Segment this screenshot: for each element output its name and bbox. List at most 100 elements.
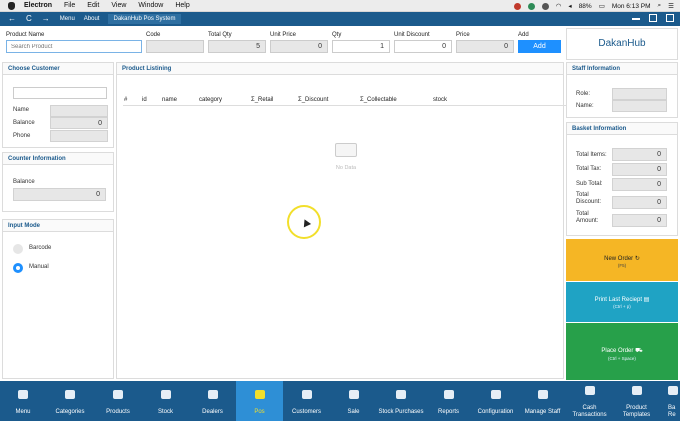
qty-field[interactable]: 1 <box>332 40 390 53</box>
cart-icon: ⛟ <box>635 348 643 354</box>
menu-view[interactable]: View <box>111 2 126 9</box>
col-id[interactable]: id <box>142 97 147 103</box>
barcode-radio[interactable] <box>13 244 23 254</box>
nav-categories[interactable]: Categories <box>46 381 94 421</box>
place-order-button[interactable]: Place Order ⛟ (Ctrl + Space) <box>566 323 678 380</box>
menu-file[interactable]: File <box>64 2 75 9</box>
back-icon[interactable]: ← <box>8 15 16 23</box>
menu-help[interactable]: Help <box>175 2 189 9</box>
product-table-header: # id name category Σ_Retail Σ_Discount Σ… <box>123 94 573 106</box>
print-last-receipt-button[interactable]: Print Last Reciept ▤ (Ctrl + p) <box>566 282 678 322</box>
menubar-status-area: ◠ ◂ 88% ▭ Mon 6:13 PM ⌕ ☰ <box>513 0 674 12</box>
print-icon: ▤ <box>643 297 650 303</box>
nav-menu[interactable]: Menu <box>0 381 46 421</box>
total-items-label: Total Items: <box>576 152 607 158</box>
new-order-button[interactable]: New Order ↻ (F5) <box>566 239 678 281</box>
search-icon[interactable]: ⌕ <box>658 2 662 10</box>
volume-icon[interactable]: ◂ <box>568 2 571 10</box>
place-order-label: Place Order <box>601 348 634 354</box>
code-field[interactable] <box>146 40 204 53</box>
customer-balance-label: Balance <box>13 120 35 126</box>
wifi-icon[interactable]: ◠ <box>556 2 562 10</box>
nav-cash-transactions-label: Cash Transactions <box>572 405 607 418</box>
record-icon[interactable] <box>513 2 521 10</box>
nav-dealers[interactable]: Dealers <box>189 381 236 421</box>
menu-edit[interactable]: Edit <box>87 2 99 9</box>
no-data-text: No Data <box>335 165 357 171</box>
close-icon[interactable] <box>666 14 674 22</box>
nav-stock-label: Stock <box>157 409 173 415</box>
product-search-input[interactable] <box>6 40 142 53</box>
sub-total-value: 0 <box>612 178 667 191</box>
customer-name-value <box>50 105 108 117</box>
clock[interactable]: Mon 6:13 PM <box>612 3 651 10</box>
col-category[interactable]: category <box>199 97 222 103</box>
nav-stock[interactable]: Stock <box>142 381 189 421</box>
nav-reports-label: Reports <box>437 409 459 415</box>
add-button[interactable]: Add <box>518 40 561 53</box>
nav-configuration[interactable]: Configuration <box>472 381 519 421</box>
input-mode-title: Input Mode <box>3 220 113 232</box>
unit-price-group: Unit Price 0 <box>270 32 328 53</box>
minimize-icon[interactable] <box>632 14 640 20</box>
total-tax-label: Total Tax: <box>576 166 602 172</box>
place-order-shortcut: (Ctrl + Space) <box>608 356 636 361</box>
col-discount[interactable]: Σ_Discount <box>298 97 328 103</box>
customer-search-input[interactable] <box>13 87 107 99</box>
unit-discount-field[interactable]: 0 <box>394 40 452 53</box>
toolbar-about-link[interactable]: About <box>84 16 100 22</box>
nav-manage-staff[interactable]: Manage Staff <box>519 381 566 421</box>
add-group: Add Add <box>518 32 561 53</box>
app-title: DakanHub Pos System <box>108 14 181 24</box>
new-order-shortcut: (F5) <box>617 263 627 268</box>
nav-sale[interactable]: Sale <box>330 381 377 421</box>
nav-reports[interactable]: Reports <box>425 381 472 421</box>
counter-info-title: Counter Information <box>3 153 113 165</box>
toolbar-menu-link[interactable]: Menu <box>60 16 75 22</box>
nav-customers[interactable]: Customers <box>283 381 330 421</box>
total-tax-value: 0 <box>612 163 667 176</box>
nav-categories-label: Categories <box>55 409 85 415</box>
choose-customer-panel: Choose Customer Name Balance 0 Phone <box>2 62 114 148</box>
nav-stock-purchases[interactable]: Stock Purchases <box>377 381 425 421</box>
dropbox-icon[interactable] <box>541 2 549 10</box>
cogs-icon <box>490 390 501 399</box>
barcode-label[interactable]: Barcode <box>29 245 51 251</box>
col-collectable[interactable]: Σ_Collectable <box>360 97 397 103</box>
manual-radio[interactable] <box>13 263 23 273</box>
nav-products[interactable]: Products <box>94 381 142 421</box>
col-stock[interactable]: stock <box>433 97 447 103</box>
list-icon[interactable]: ☰ <box>668 2 674 10</box>
nav-overflow-item[interactable]: Ba Re <box>660 381 680 421</box>
price-group: Price 0 <box>456 32 514 53</box>
user-icon <box>537 390 548 399</box>
col-index[interactable]: # <box>124 97 127 103</box>
maximize-icon[interactable] <box>649 14 657 22</box>
nav-pos[interactable]: Pos <box>236 381 283 421</box>
col-retail[interactable]: Σ_Retail <box>251 97 273 103</box>
refresh-icon[interactable]: C <box>26 15 32 23</box>
battery-icon[interactable]: ▭ <box>599 2 605 10</box>
battery-percent[interactable]: 88% <box>579 3 592 10</box>
customer-phone-label: Phone <box>13 133 31 139</box>
nav-dealers-label: Dealers <box>202 409 223 415</box>
basket-info-title: Basket Information <box>567 123 677 135</box>
col-name[interactable]: name <box>162 97 177 103</box>
product-listing-panel: Product Listining # id name category Σ_R… <box>116 62 573 379</box>
add-label: Add <box>518 32 529 38</box>
nav-cash-transactions[interactable]: Cash Transactions <box>566 381 613 421</box>
manual-label[interactable]: Manual <box>29 264 49 270</box>
unit-price-label: Unit Price <box>270 32 297 38</box>
apple-logo-icon[interactable] <box>8 1 15 10</box>
nav-product-templates[interactable]: Product Templates <box>613 381 660 421</box>
layers-icon <box>631 386 642 395</box>
menu-window[interactable]: Window <box>138 2 163 9</box>
forward-icon[interactable]: → <box>42 15 50 23</box>
total-items-value: 0 <box>612 148 667 161</box>
heart-icon[interactable] <box>527 2 535 10</box>
file-icon <box>396 390 406 399</box>
total-amount-label: Total Amount: <box>576 211 599 224</box>
staff-role-value <box>612 88 667 100</box>
menu-app-name[interactable]: Electron <box>24 2 52 9</box>
nav-stock-purchases-label: Stock Purchases <box>378 409 424 415</box>
